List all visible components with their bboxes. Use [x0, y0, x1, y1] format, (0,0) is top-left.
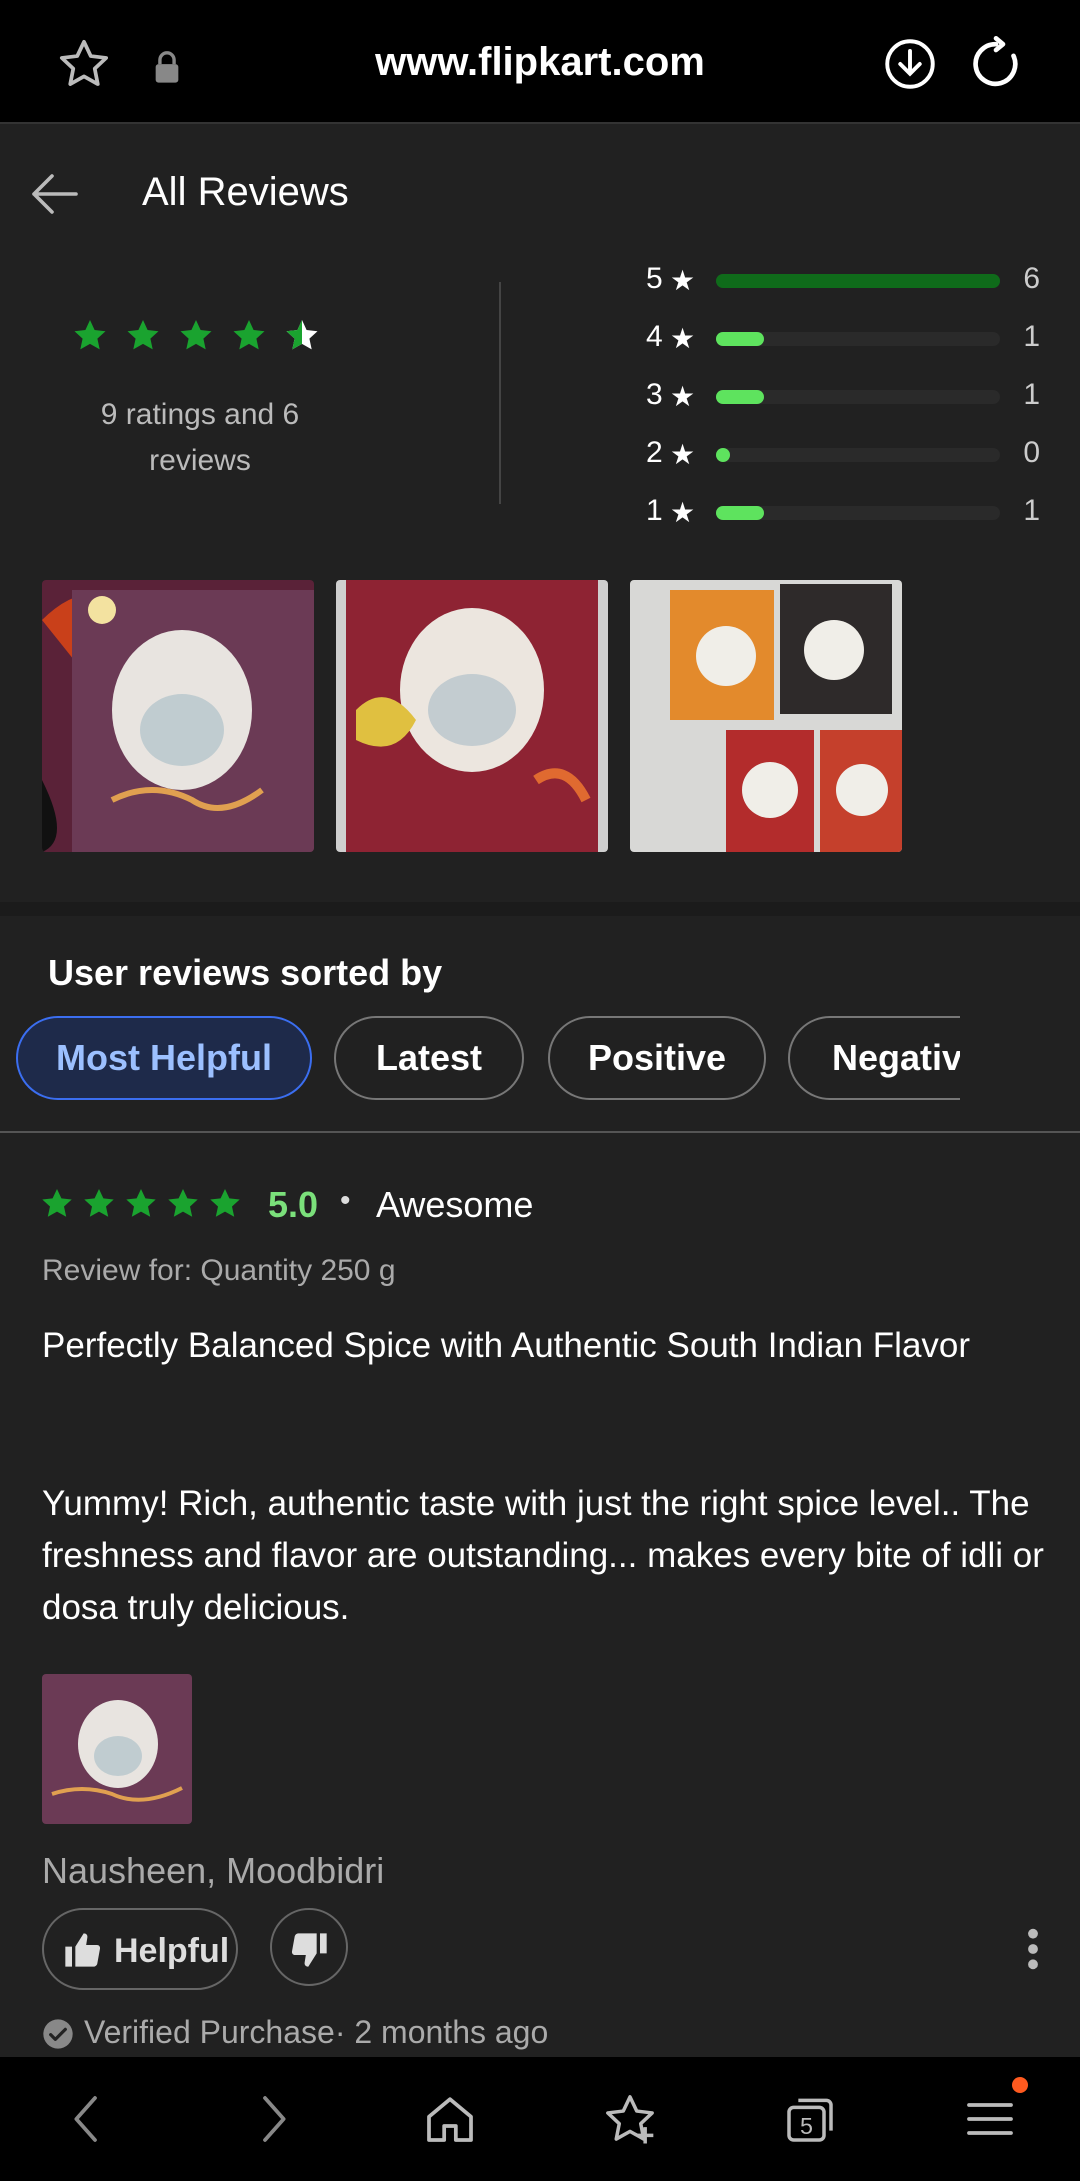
rating-count: 6 [1023, 262, 1040, 295]
summary-divider [499, 282, 501, 504]
browser-bottom-nav: 5 [0, 2057, 1080, 2181]
star-icon: ★ [670, 265, 696, 296]
nav-back-icon[interactable] [60, 2091, 116, 2147]
rating-bar-fill [716, 448, 730, 462]
review-photo[interactable] [630, 580, 902, 852]
sort-title: User reviews sorted by [48, 952, 443, 993]
chip-most-helpful[interactable]: Most Helpful [16, 1016, 312, 1100]
page-title: All Reviews [142, 170, 349, 214]
star-level: 5 [646, 262, 663, 295]
ratings-summary: 9 ratings and 6 reviews 5 ★ 6 4 ★ 1 3 ★ 1 2 ★ 0 1 ★ 1 [0, 262, 1080, 538]
home-icon[interactable] [422, 2091, 478, 2147]
review-body: Yummy! Rich, authentic taste with just t… [42, 1484, 1044, 1627]
rating-row-3-star: 3 ★ 1 [640, 378, 1040, 418]
helpful-label: Helpful [114, 1932, 230, 1970]
back-arrow-icon[interactable] [28, 170, 80, 218]
star-level: 2 [646, 436, 663, 469]
review-attached-photo[interactable] [42, 1674, 192, 1824]
rating-row-2-star: 2 ★ 0 [640, 436, 1040, 476]
chip-latest[interactable]: Latest [334, 1016, 524, 1100]
rating-bar-fill [716, 332, 764, 346]
sort-chips: Most Helpful Latest Positive Negative [0, 1016, 960, 1100]
rating-count-text: 9 ratings and 6 reviews [100, 398, 300, 477]
helpful-button[interactable]: Helpful [42, 1908, 238, 1990]
star-level: 1 [646, 494, 663, 527]
thumbs-down-icon [291, 1933, 327, 1967]
rating-bar-fill [716, 390, 764, 404]
rating-bar-track [716, 274, 1000, 288]
tab-count: 5 [800, 2113, 813, 2139]
rating-count: 0 [1023, 436, 1040, 469]
rating-bar-track [716, 390, 1000, 404]
notification-dot [1012, 2077, 1028, 2093]
average-rating-stars [74, 320, 318, 350]
rating-bar-track [716, 332, 1000, 346]
star-icon: ★ [670, 439, 696, 470]
review-verdict: Awesome [376, 1184, 534, 1225]
bookmarks-icon[interactable] [602, 2091, 658, 2147]
thumbs-up-icon [65, 1933, 101, 1967]
rating-bar-track [716, 506, 1000, 520]
tabs-icon[interactable]: 5 [782, 2091, 838, 2147]
nav-forward-icon[interactable] [244, 2091, 300, 2147]
review-title: Perfectly Balanced Spice with Authentic … [42, 1326, 971, 1365]
review-author: Nausheen, Moodbidri [42, 1850, 385, 1891]
star-icon: ★ [670, 381, 696, 412]
chip-positive[interactable]: Positive [548, 1016, 766, 1100]
download-icon[interactable] [884, 38, 936, 90]
browser-url-bar: www.flipkart.com [0, 0, 1080, 124]
reload-icon[interactable] [968, 36, 1024, 92]
menu-icon[interactable] [962, 2091, 1018, 2147]
review-rating-stars [42, 1189, 240, 1217]
review-photo[interactable] [42, 580, 314, 852]
review-variant: Review for: Quantity 250 g [42, 1254, 396, 1287]
verified-check-icon [43, 2019, 73, 2049]
rating-count: 1 [1023, 494, 1040, 527]
page-header: All Reviews [0, 126, 1080, 262]
rating-count: 1 [1023, 320, 1040, 353]
star-icon: ★ [670, 323, 696, 354]
more-options-icon[interactable] [1018, 1926, 1048, 1972]
star-level: 4 [646, 320, 663, 353]
section-gap [0, 902, 1080, 916]
verified-text: Verified Purchase· 2 months ago [84, 2014, 549, 2050]
rating-bar-fill [716, 274, 1000, 288]
star-level: 3 [646, 378, 663, 411]
section-divider [0, 1131, 1080, 1133]
rating-bar-fill [716, 506, 764, 520]
review-score: 5.0 [268, 1184, 319, 1225]
star-icon: ★ [670, 497, 696, 528]
rating-row-4-star: 4 ★ 1 [640, 320, 1040, 360]
rating-bar-track [716, 448, 1000, 462]
rating-row-1-star: 1 ★ 1 [640, 494, 1040, 534]
rating-row-5-star: 5 ★ 6 [640, 262, 1040, 302]
review-photo[interactable] [336, 580, 608, 852]
separator-dot: • [340, 1184, 351, 1217]
not-helpful-button[interactable] [270, 1908, 348, 1986]
rating-count: 1 [1023, 378, 1040, 411]
chip-negative[interactable]: Negative [788, 1016, 960, 1100]
